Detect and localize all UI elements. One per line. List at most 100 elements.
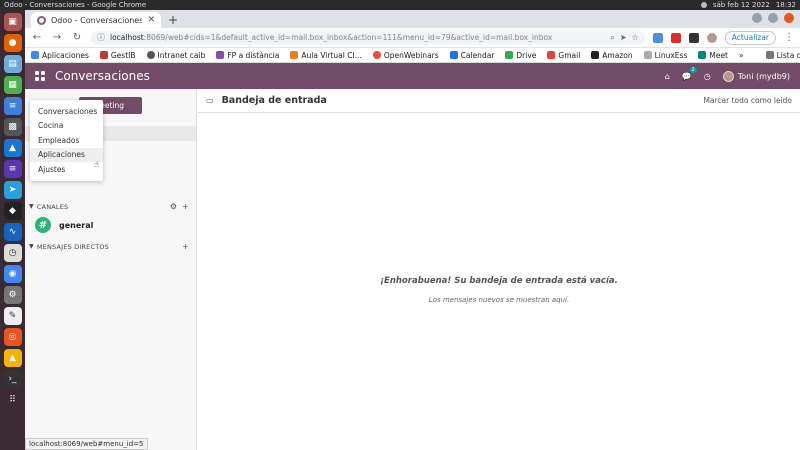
add-chat-icon[interactable]: + bbox=[182, 242, 189, 251]
puzzle-icon[interactable] bbox=[688, 32, 699, 43]
bookmark-item[interactable]: Drive bbox=[505, 51, 536, 60]
page-title: Bandeja de entrada bbox=[221, 95, 327, 106]
caret-down-icon: ▼ bbox=[29, 243, 34, 250]
chat-icon[interactable]: 💬 2 bbox=[682, 66, 697, 81]
content-header: ▭ Bandeja de entrada Marcar todo como le… bbox=[198, 89, 800, 113]
ubuntu-dock: ▣ ● ▤ ▦ ≡ ▩ ▲ ≡ ➤ ◆ ∿ ◷ ◉ ⚙ ✎ ◎ ▲ ›_ ⠿ bbox=[0, 10, 25, 450]
info-icon[interactable]: ⓘ bbox=[97, 32, 105, 43]
browser-window: Odoo - Conversaciones ✕ + ← → ↻ ⓘ localh… bbox=[25, 10, 800, 450]
status-url-tooltip: localhost:8069/web#menu_id=5 bbox=[25, 438, 148, 450]
profile-avatar-icon[interactable] bbox=[706, 32, 717, 43]
bookmark-item[interactable]: LinuxEss bbox=[643, 51, 687, 60]
telegram-icon[interactable]: ➤ bbox=[3, 181, 22, 199]
reload-button[interactable]: ↻ bbox=[71, 32, 83, 43]
calc-icon[interactable]: ▦ bbox=[3, 76, 22, 94]
bookmark-item[interactable]: Calendar bbox=[449, 51, 494, 60]
writer-icon[interactable]: ≡ bbox=[3, 97, 22, 115]
inkscape-icon[interactable]: ◆ bbox=[3, 202, 22, 220]
app-title[interactable]: Conversaciones bbox=[55, 69, 150, 83]
user-name: Toni (mydb9) bbox=[737, 71, 790, 81]
close-window-icon[interactable] bbox=[784, 13, 794, 23]
menu-item-conversaciones[interactable]: Conversaciones bbox=[30, 104, 103, 119]
forward-button[interactable]: → bbox=[51, 32, 63, 43]
clock-icon[interactable]: ◷ bbox=[3, 244, 22, 262]
settings-icon[interactable]: ⚙ bbox=[3, 286, 22, 304]
add-channel-icon[interactable]: + bbox=[182, 202, 189, 211]
terminal-icon[interactable]: ≡ bbox=[3, 160, 22, 178]
vlc-icon[interactable]: ▲ bbox=[3, 349, 22, 367]
inbox-icon: ▭ bbox=[206, 96, 214, 105]
apps-dropdown-menu: Conversaciones Cocina Empleados Aplicaci… bbox=[30, 100, 103, 181]
bookmarks-bar: Aplicaciones GestIB Intranet caib FP a d… bbox=[25, 48, 800, 63]
channel-name: general bbox=[59, 220, 94, 230]
zoom-icon[interactable]: ⌕ bbox=[610, 33, 614, 43]
bookmark-item[interactable]: OpenWebinars bbox=[372, 51, 439, 60]
tab-title: Odoo - Conversaciones bbox=[51, 15, 143, 25]
direct-messages-header[interactable]: ▼ MENSAJES DIRECTOS + bbox=[29, 242, 189, 251]
os-window-title: Odoo - Conversaciones - Google Chrome bbox=[4, 1, 147, 9]
address-bar[interactable]: ⓘ localhost:8069/web#cids=1&default_acti… bbox=[91, 30, 645, 45]
bookmarks-overflow-icon[interactable]: » bbox=[739, 51, 744, 60]
browser-tab[interactable]: Odoo - Conversaciones ✕ bbox=[31, 12, 161, 28]
odoo-navbar: Conversaciones ⌂ 💬 2 ◷ Toni (mydb9) bbox=[25, 63, 800, 89]
menu-item-aplicaciones[interactable]: Aplicaciones bbox=[30, 147, 103, 162]
extension-icon[interactable] bbox=[652, 32, 663, 43]
back-button[interactable]: ← bbox=[31, 32, 43, 43]
new-tab-button[interactable]: + bbox=[165, 12, 181, 28]
bookmark-item[interactable]: FP a distància bbox=[216, 51, 279, 60]
bookmark-star-icon[interactable]: ☆ bbox=[632, 33, 639, 42]
chat-count-badge: 2 bbox=[689, 66, 697, 73]
apps-menu-icon[interactable] bbox=[35, 71, 45, 81]
bookmark-item[interactable]: Gmail bbox=[547, 51, 580, 60]
bookmark-item[interactable]: Aula Virtual CI... bbox=[290, 51, 362, 60]
os-date[interactable]: sáb feb 12 2022 bbox=[713, 1, 770, 9]
bookmark-item[interactable]: Intranet caib bbox=[146, 51, 205, 60]
channel-item-general[interactable]: # general bbox=[35, 217, 93, 233]
chrome-icon[interactable]: ◉ bbox=[3, 265, 22, 283]
text-editor-icon[interactable]: ✎ bbox=[3, 307, 22, 325]
hash-icon: # bbox=[35, 217, 51, 233]
apps-grid-icon[interactable]: ⠿ bbox=[4, 391, 22, 409]
wave-icon[interactable]: ∿ bbox=[3, 223, 22, 241]
maximize-icon[interactable] bbox=[768, 13, 778, 23]
ubuntu-icon[interactable]: ◎ bbox=[3, 328, 22, 346]
files-icon[interactable]: ▤ bbox=[3, 55, 22, 73]
menu-item-empleados[interactable]: Empleados bbox=[30, 133, 103, 148]
channels-header[interactable]: ▼ CANALES ⚙ + bbox=[29, 202, 189, 211]
monitor-icon[interactable]: ▲ bbox=[3, 139, 22, 157]
url-text[interactable]: localhost:8069/web#cids=1&default_active… bbox=[110, 33, 605, 42]
caret-down-icon: ▼ bbox=[29, 203, 34, 210]
home-icon[interactable]: ⌂ bbox=[665, 72, 670, 81]
bookmark-item[interactable]: Aplicaciones bbox=[31, 51, 89, 60]
firefox-icon[interactable]: ● bbox=[3, 34, 22, 52]
hand-cursor-icon: ☝ bbox=[94, 160, 99, 169]
trash-icon[interactable]: ▣ bbox=[3, 13, 22, 31]
browser-menu-icon[interactable]: ⋮ bbox=[784, 32, 794, 43]
mark-all-read-button[interactable]: Marcar todo como leido bbox=[703, 96, 792, 105]
close-tab-icon[interactable]: ✕ bbox=[147, 15, 155, 25]
odoo-favicon-icon bbox=[37, 15, 46, 25]
console-icon[interactable]: ›_ bbox=[3, 370, 22, 388]
menu-item-cocina[interactable]: Cocina bbox=[30, 119, 103, 134]
activity-clock-icon[interactable]: ◷ bbox=[704, 72, 711, 81]
send-icon[interactable]: ➤ bbox=[620, 33, 627, 42]
empty-inbox-title: ¡Enhorabuena! Su bandeja de entrada está… bbox=[380, 276, 618, 286]
reading-list[interactable]: Lista de lectura bbox=[765, 51, 800, 60]
gear-icon[interactable]: ⚙ bbox=[170, 202, 177, 211]
window-controls bbox=[752, 13, 794, 23]
os-time[interactable]: 18:32 bbox=[776, 1, 796, 9]
tab-strip: Odoo - Conversaciones ✕ + bbox=[25, 10, 800, 28]
menu-item-ajustes[interactable]: Ajustes bbox=[30, 162, 103, 177]
empty-inbox-subtitle: Los mensajes nuevos se muestran aquí. bbox=[428, 296, 570, 304]
user-menu[interactable]: Toni (mydb9) bbox=[722, 70, 790, 82]
bookmark-item[interactable]: Meet bbox=[698, 51, 728, 60]
bookmark-item[interactable]: Amazon bbox=[591, 51, 633, 60]
browser-toolbar: ← → ↻ ⓘ localhost:8069/web#cids=1&defaul… bbox=[25, 28, 800, 48]
update-button[interactable]: Actualizar bbox=[724, 30, 776, 45]
bookmark-item[interactable]: GestIB bbox=[99, 51, 136, 60]
avatar bbox=[722, 70, 734, 82]
calculator-icon[interactable]: ▩ bbox=[3, 118, 22, 136]
network-icon[interactable] bbox=[700, 2, 707, 8]
extension-icon[interactable] bbox=[670, 32, 681, 43]
minimize-icon[interactable] bbox=[752, 13, 762, 23]
